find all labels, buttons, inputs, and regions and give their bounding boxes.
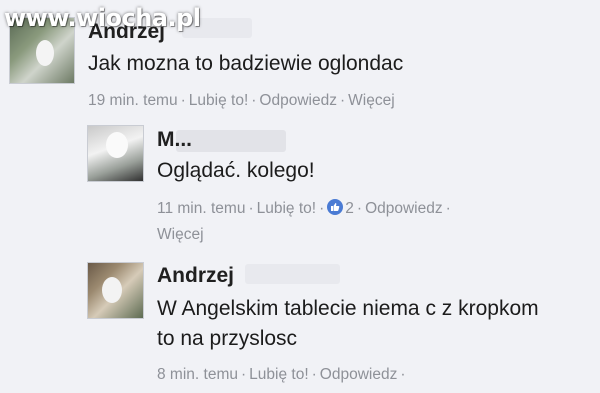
comment-text-line: W Angelskim tablecie niema c z kropkom bbox=[157, 297, 539, 320]
avatar[interactable] bbox=[87, 262, 144, 319]
comment-text: Jak mozna to badziewie oglondac bbox=[88, 52, 404, 75]
blurred-face bbox=[36, 40, 54, 66]
like-link[interactable]: Lubię to! bbox=[189, 92, 248, 109]
like-count: 2 bbox=[345, 200, 354, 217]
like-link[interactable]: Lubię to! bbox=[249, 366, 308, 383]
like-link[interactable]: Lubię to! bbox=[257, 200, 316, 217]
comment-author[interactable]: M... bbox=[157, 128, 192, 152]
comment-text-line: to na przyslosc bbox=[157, 327, 298, 350]
censored-surname bbox=[176, 130, 286, 152]
avatar[interactable] bbox=[87, 125, 144, 182]
comment-author[interactable]: Andrzej bbox=[157, 264, 234, 288]
thumbs-up-icon[interactable] bbox=[327, 199, 344, 215]
comment-actions: 8 min. temu · Lubię to! · Odpowiedz · bbox=[157, 366, 406, 383]
blurred-face bbox=[106, 132, 128, 158]
reply-link[interactable]: Odpowiedz bbox=[365, 200, 443, 217]
reply-link[interactable]: Odpowiedz bbox=[259, 92, 337, 109]
timestamp[interactable]: 8 min. temu bbox=[157, 366, 238, 383]
comment-actions-wrap: Więcej bbox=[157, 226, 204, 244]
more-link[interactable]: Więcej bbox=[157, 226, 204, 243]
comment-actions: 11 min. temu · Lubię to! · 2 · Odpowiedz · bbox=[157, 199, 451, 217]
censored-surname bbox=[245, 264, 340, 284]
blurred-face bbox=[102, 277, 122, 303]
comment-text: Oglądać. kolego! bbox=[157, 159, 315, 182]
timestamp[interactable]: 11 min. temu bbox=[157, 200, 245, 217]
comment-actions: 19 min. temu · Lubię to! · Odpowiedz · Więcej bbox=[88, 92, 395, 109]
more-link[interactable]: Więcej bbox=[348, 92, 395, 109]
reply-link[interactable]: Odpowiedz bbox=[320, 366, 398, 383]
timestamp[interactable]: 19 min. temu bbox=[88, 92, 178, 109]
watermark-logo: www.wiocha.pl bbox=[4, 4, 201, 32]
